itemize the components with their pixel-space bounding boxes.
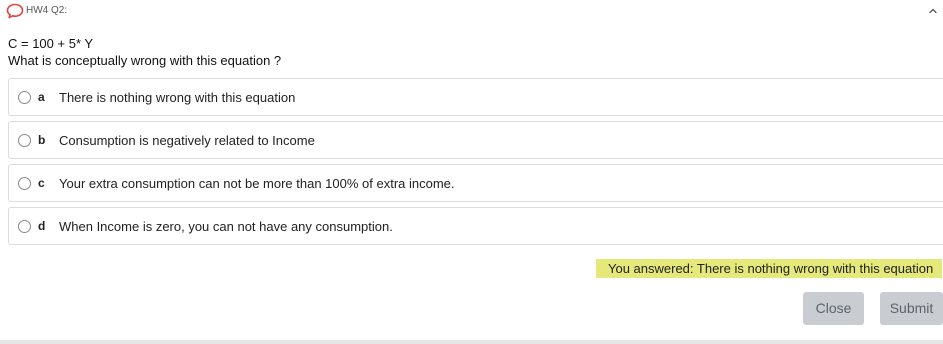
option-text: When Income is zero, you can not have an… [59, 219, 393, 234]
option-letter: a [38, 90, 45, 104]
close-button[interactable]: Close [803, 292, 864, 325]
question-title: HW4 Q2: [26, 5, 68, 16]
option-letter: d [38, 219, 46, 233]
option-text: Your extra consumption can not be more t… [59, 176, 455, 191]
answer-option-b[interactable]: b Consumption is negatively related to I… [8, 121, 943, 159]
quiz-question-panel: HW4 Q2: C = 100 + 5* Y What is conceptua… [0, 0, 943, 344]
answer-option-a[interactable]: a There is nothing wrong with this equat… [8, 78, 943, 116]
radio-button[interactable] [18, 177, 31, 190]
question-equation: C = 100 + 5* Y [8, 36, 94, 51]
question-header: HW4 Q2: [0, 0, 943, 24]
option-letter: b [38, 133, 46, 147]
answered-feedback: You answered: There is nothing wrong wit… [596, 259, 942, 278]
radio-button[interactable] [18, 134, 31, 147]
divider [0, 340, 943, 344]
answer-option-c[interactable]: c Your extra consumption can not be more… [8, 164, 943, 202]
option-text: There is nothing wrong with this equatio… [59, 90, 296, 105]
radio-button[interactable] [18, 220, 31, 233]
submit-button[interactable]: Submit [880, 292, 943, 325]
answer-option-d[interactable]: d When Income is zero, you can not have … [8, 207, 943, 245]
option-letter: c [38, 176, 45, 190]
chevron-up-icon[interactable] [927, 5, 939, 17]
question-prompt: What is conceptually wrong with this equ… [8, 53, 282, 68]
option-text: Consumption is negatively related to Inc… [59, 133, 315, 148]
radio-button[interactable] [18, 91, 31, 104]
speech-bubble-icon [6, 3, 24, 19]
